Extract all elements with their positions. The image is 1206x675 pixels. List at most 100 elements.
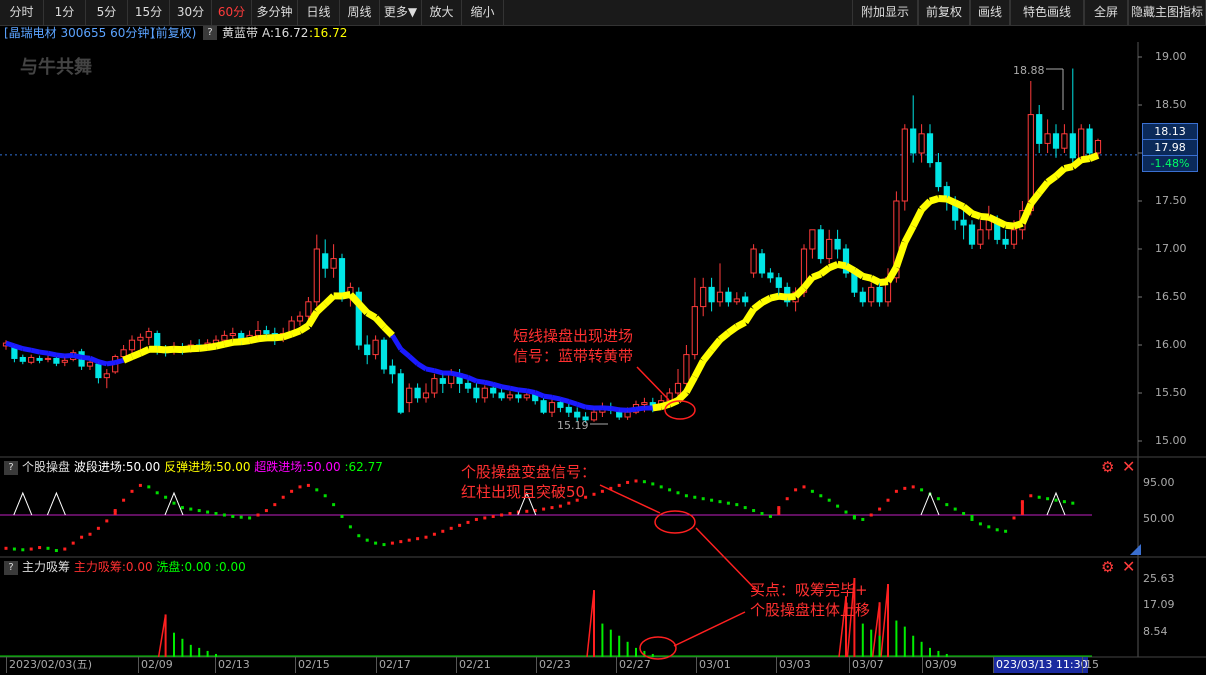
wave-dot — [978, 522, 982, 526]
panel2-value-2: 超跌进场:50.00 — [254, 460, 345, 474]
price-tick-8: 15.00 — [1155, 434, 1187, 447]
candle-body — [296, 315, 304, 322]
wave-dot — [164, 495, 168, 499]
wave-dot — [936, 497, 940, 501]
candle-body — [716, 291, 724, 303]
wave-dot — [365, 538, 369, 542]
wave-dot — [542, 507, 546, 511]
wave-dot — [130, 489, 134, 493]
panel2-axis-95: 95.00 — [1143, 476, 1175, 489]
wave-dot — [718, 500, 722, 504]
signal-ellipse-1 — [664, 400, 696, 420]
price-tick-1: 18.50 — [1155, 98, 1187, 111]
price-tick-7: 15.50 — [1155, 386, 1187, 399]
panel2-values: 波段进场:50.00 反弹进场:50.00 超跌进场:50.00 :62.77 — [74, 460, 383, 474]
wave-dot — [651, 482, 655, 486]
yellow-band-segment — [928, 195, 940, 205]
yellow-band-segment — [879, 278, 889, 286]
yellow-band-segment — [844, 262, 857, 274]
accum-spike — [871, 602, 881, 658]
yellow-band-segment — [652, 403, 662, 412]
candle-body — [481, 387, 488, 399]
yellow-band-segment — [953, 199, 966, 210]
candle-body — [683, 354, 690, 384]
wave-bar — [852, 515, 856, 518]
candle-body — [725, 291, 732, 303]
candle-body — [490, 387, 497, 394]
panel3-value-0: 主力吸筹:0.00 — [73, 560, 157, 574]
wave-dot — [466, 520, 470, 524]
candle-body — [364, 344, 371, 356]
yellow-band-segment — [700, 347, 715, 363]
panel2-settings-icon[interactable]: ⚙ — [1101, 460, 1114, 475]
wave-dot — [441, 529, 445, 533]
panel2-name[interactable]: 个股操盘 — [22, 460, 70, 474]
wave-dot — [861, 517, 865, 521]
yellow-band-segment — [1045, 173, 1059, 186]
panel3-name[interactable]: 主力吸筹 — [22, 560, 70, 574]
yellow-band-segment — [365, 309, 378, 321]
yellow-band-segment — [836, 260, 847, 270]
candle-body — [431, 378, 438, 394]
wave-dot — [38, 546, 42, 550]
yellow-band-segment — [970, 210, 982, 220]
candle-body — [624, 411, 631, 418]
panel3-help-button[interactable]: ? — [4, 560, 18, 575]
candle-body — [977, 229, 984, 245]
annotation-band-signal: 短线操盘出现进场 信号：蓝带转黄带 — [513, 327, 634, 365]
yellow-band-segment — [811, 270, 823, 281]
wave-dot — [54, 549, 58, 553]
candle-body — [691, 306, 698, 356]
candle-body — [1094, 140, 1102, 154]
yellow-band-segment — [1088, 152, 1100, 162]
wave-dot — [416, 537, 420, 541]
yellow-band-segment — [778, 292, 788, 301]
candle-body — [229, 332, 236, 336]
wave-dot — [920, 488, 924, 492]
panel2-close-icon[interactable]: ✕ — [1122, 459, 1135, 475]
yellow-band-segment — [961, 204, 975, 217]
yellow-band-segment — [691, 359, 707, 379]
wave-dot — [525, 509, 529, 513]
wave-dot — [382, 543, 386, 547]
accum-spike — [880, 584, 889, 658]
candle-body — [254, 330, 262, 336]
yellow-band-segment — [215, 340, 226, 350]
wave-dot — [374, 541, 378, 545]
yellow-band-segment — [1019, 202, 1035, 225]
panel3-settings-icon[interactable]: ⚙ — [1101, 560, 1114, 575]
wave-dot — [105, 519, 109, 523]
yellow-band-segment — [282, 330, 293, 341]
blue-band-segment — [47, 350, 57, 358]
wave-dot — [332, 503, 336, 507]
annotation-arrow-3 — [695, 527, 759, 593]
yellow-band-segment — [769, 292, 780, 302]
yellow-band-segment — [232, 338, 242, 346]
time-label-7: 02/27 — [616, 657, 651, 673]
signal-triangle — [920, 491, 940, 516]
candle-body — [868, 286, 875, 303]
candle-body — [750, 248, 757, 274]
candle-body — [414, 387, 421, 399]
wave-dot — [483, 516, 487, 520]
wave-dot — [794, 488, 798, 492]
time-label-2: 02/13 — [215, 657, 250, 673]
panel2-help-button[interactable]: ? — [4, 460, 18, 475]
wave-dot — [458, 523, 462, 527]
yellow-band-segment — [290, 327, 302, 338]
wave-dot — [390, 541, 394, 545]
annotation-buy-point: 买点：吸筹完毕+ 个股操盘柱体上移 — [750, 581, 871, 619]
wave-dot — [634, 479, 638, 483]
yellow-band-segment — [248, 335, 259, 345]
yellow-band-segment — [240, 337, 251, 346]
wave-dot — [96, 526, 100, 530]
candle-body — [44, 357, 52, 360]
wave-dot — [836, 504, 840, 508]
yellow-band-segment — [156, 345, 166, 354]
blue-band-segment — [484, 379, 494, 387]
blue-band-segment — [425, 366, 435, 374]
wave-dot — [894, 489, 898, 493]
panel3-close-icon[interactable]: ✕ — [1122, 559, 1135, 575]
candle-body — [1044, 133, 1051, 144]
wave-dot — [323, 494, 327, 498]
